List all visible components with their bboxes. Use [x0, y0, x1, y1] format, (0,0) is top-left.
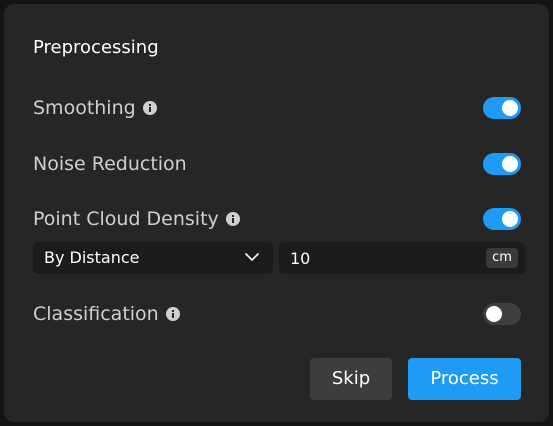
density-unit-badge: cm: [486, 248, 518, 268]
skip-button[interactable]: Skip: [310, 358, 392, 400]
classification-info-icon[interactable]: [165, 307, 180, 321]
noise-reduction-row-label: Noise Reduction: [33, 152, 187, 176]
smoothing-toggle[interactable]: [483, 97, 521, 119]
point-cloud-density-toggle[interactable]: [483, 208, 521, 230]
dialog-title: Preprocessing: [33, 37, 159, 58]
chevron-down-icon: [245, 253, 259, 261]
smoothing-label: Smoothing: [33, 97, 136, 119]
density-mode-value: By Distance: [44, 248, 140, 267]
preprocessing-dialog: Preprocessing Smoothing Noise Reduction …: [4, 4, 549, 422]
noise-reduction-toggle-knob: [502, 156, 518, 172]
smoothing-row-label: Smoothing: [33, 96, 157, 120]
smoothing-toggle-knob: [502, 100, 518, 116]
smoothing-info-icon[interactable]: [142, 101, 157, 115]
point-cloud-density-label: Point Cloud Density: [33, 208, 219, 230]
density-mode-select[interactable]: By Distance: [33, 242, 273, 274]
noise-reduction-label: Noise Reduction: [33, 153, 187, 175]
point-cloud-density-info-icon[interactable]: [225, 212, 240, 226]
point-cloud-density-row-label: Point Cloud Density: [33, 207, 240, 231]
noise-reduction-toggle[interactable]: [483, 153, 521, 175]
classification-toggle[interactable]: [483, 303, 521, 325]
density-value-field: cm: [279, 242, 525, 274]
classification-label: Classification: [33, 303, 159, 325]
classification-toggle-knob: [486, 306, 502, 322]
point-cloud-density-toggle-knob: [502, 211, 518, 227]
process-button[interactable]: Process: [408, 358, 521, 400]
density-value-input[interactable]: [290, 248, 470, 268]
classification-row-label: Classification: [33, 302, 180, 326]
